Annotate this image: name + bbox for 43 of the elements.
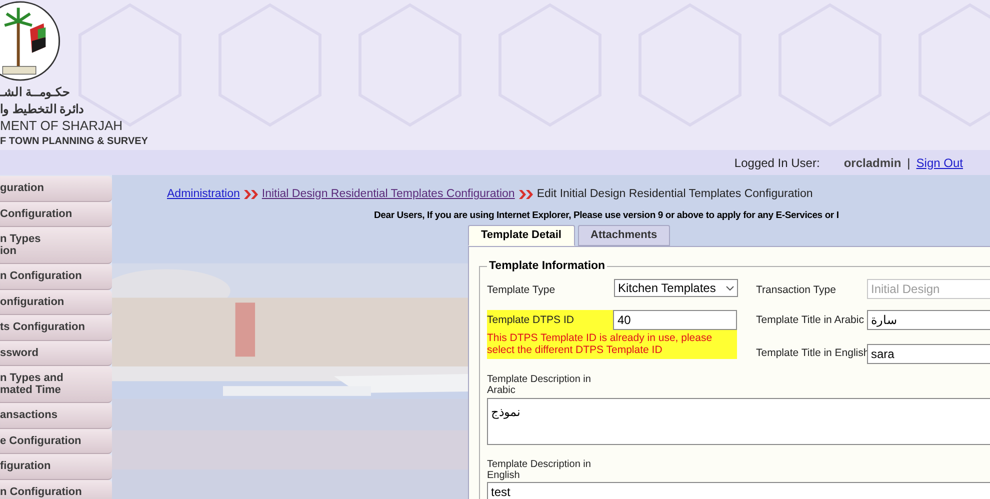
field-label: Template Description in Arabic (487, 374, 591, 396)
field-label: Transaction Type (756, 284, 836, 296)
text-field[interactable]: test (487, 482, 990, 499)
field-label: Template Description in English (487, 459, 591, 482)
breadcrumb-current: Edit Initial Design Residential Templates Configuration (536, 186, 813, 202)
separator: | (907, 154, 910, 172)
sidebar-menu-item[interactable]: figuration (0, 454, 112, 480)
text-field[interactable]: سارة (867, 310, 990, 330)
sidebar-menu-item[interactable]: Configuration (0, 202, 112, 227)
english-org-name: F TOWN PLANNING & SURVEY (0, 135, 148, 149)
english-org-name: MENT OF SHARJAH (0, 118, 123, 134)
field-label: Template Type (487, 284, 556, 296)
double-chevron-icon (518, 189, 534, 200)
sidebar-menu-item[interactable]: ssword (0, 340, 112, 366)
breadcrumb-link[interactable]: Administration (167, 186, 240, 204)
text-area[interactable]: نموذج (487, 398, 990, 446)
arabic-org-name: دائرة التخطيط وا (0, 101, 84, 118)
sidebar-menu-item[interactable]: ansactions (0, 403, 112, 428)
sidebar-menu-item[interactable]: n Configuration (0, 480, 112, 499)
tab[interactable]: Attachments (578, 225, 670, 246)
sidebar-menu-item[interactable]: guration (0, 176, 112, 202)
double-chevron-icon (242, 189, 259, 200)
sidebar-menu-item[interactable]: e Configuration (0, 428, 112, 454)
text-field[interactable]: 40 (613, 310, 737, 330)
sidebar-menu-item[interactable]: n Types ion (0, 227, 112, 264)
browser-notice: Dear Users, If you are using Internet Explorer, Please use version 9 or above to apply for any E-Services or I (374, 209, 839, 223)
breadcrumb-link[interactable]: Initial Design Residential Templates Configuration (262, 186, 515, 204)
sidebar-menu-item[interactable]: ts Configuration (0, 315, 112, 340)
text-field[interactable]: sara (867, 344, 990, 364)
sidebar-menu-item[interactable]: onfiguration (0, 290, 112, 315)
section-title: Template Information (488, 259, 606, 274)
tab[interactable]: Template Detail (468, 225, 574, 246)
sidebar-menu-item[interactable]: n Configuration (0, 264, 112, 290)
field-label: Template Title in Arabic (756, 314, 864, 326)
field-label: Template DTPS ID (487, 314, 574, 326)
sidebar-menu-item[interactable]: n Types and mated Time (0, 366, 112, 403)
select-field[interactable]: Kitchen Templates (614, 279, 738, 298)
arabic-org-name: حكـومــة الشـ (0, 84, 70, 101)
error-message: This DTPS Template ID is already in use, please select the different DTPS Template ID (487, 332, 714, 358)
chevron-down-icon (726, 286, 734, 291)
logged-in-label: Logged In User: (734, 154, 820, 172)
username: orcladmin (844, 154, 902, 172)
sign-out-link[interactable]: Sign Out (916, 154, 963, 172)
